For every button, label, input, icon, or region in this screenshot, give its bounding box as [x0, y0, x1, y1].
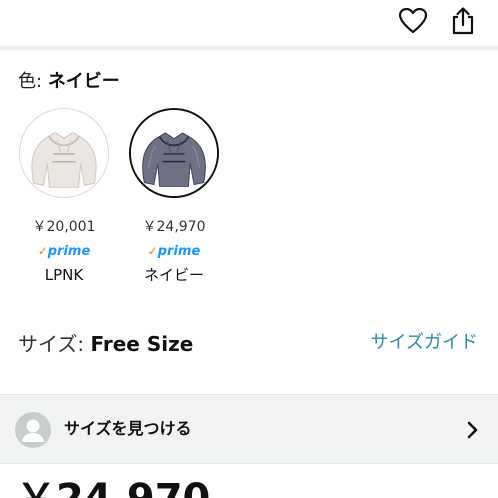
avatar-icon	[15, 412, 51, 448]
prime-badge: ✓prime	[12, 243, 116, 259]
find-size-button[interactable]: サイズを見つける	[0, 394, 498, 464]
prime-logo-text: prime	[157, 244, 201, 259]
color-selection-label: 色: ネイビー	[18, 70, 120, 94]
color-swatch-navy[interactable]: ￥24,970 ✓prime ネイビー	[122, 108, 226, 285]
size-guide-link[interactable]: サイズガイド	[371, 330, 478, 356]
swatch-price: ￥20,001	[32, 219, 96, 235]
top-action-bar	[0, 0, 498, 46]
wishlist-button[interactable]	[396, 4, 430, 38]
color-swatch-lpnk[interactable]: ￥20,001 ✓prime LPNK	[12, 108, 116, 285]
swatch-price: ￥24,970	[142, 219, 206, 235]
heart-icon	[399, 8, 427, 34]
product-price: ￥24,970	[16, 476, 210, 498]
share-icon	[452, 7, 474, 35]
size-selection-label: サイズ: Free Size	[18, 331, 193, 357]
swatch-name: ネイビー	[143, 266, 204, 284]
size-value: Free Size	[90, 332, 194, 356]
chevron-right-icon	[467, 421, 478, 439]
swatch-name: LPNK	[44, 266, 84, 284]
color-value: ネイビー	[47, 71, 120, 92]
prime-logo-text: prime	[47, 244, 91, 259]
size-label: サイズ:	[18, 332, 85, 356]
swatch-image-navy	[129, 108, 219, 198]
share-button[interactable]	[446, 4, 480, 38]
color-label: 色:	[18, 71, 43, 92]
prime-check-icon: ✓	[147, 244, 158, 258]
header-divider	[0, 46, 498, 50]
prime-badge: ✓prime	[122, 243, 226, 259]
find-size-label: サイズを見つける	[64, 419, 192, 438]
swatch-image-lpnk	[19, 108, 109, 198]
prime-check-icon: ✓	[37, 244, 48, 258]
